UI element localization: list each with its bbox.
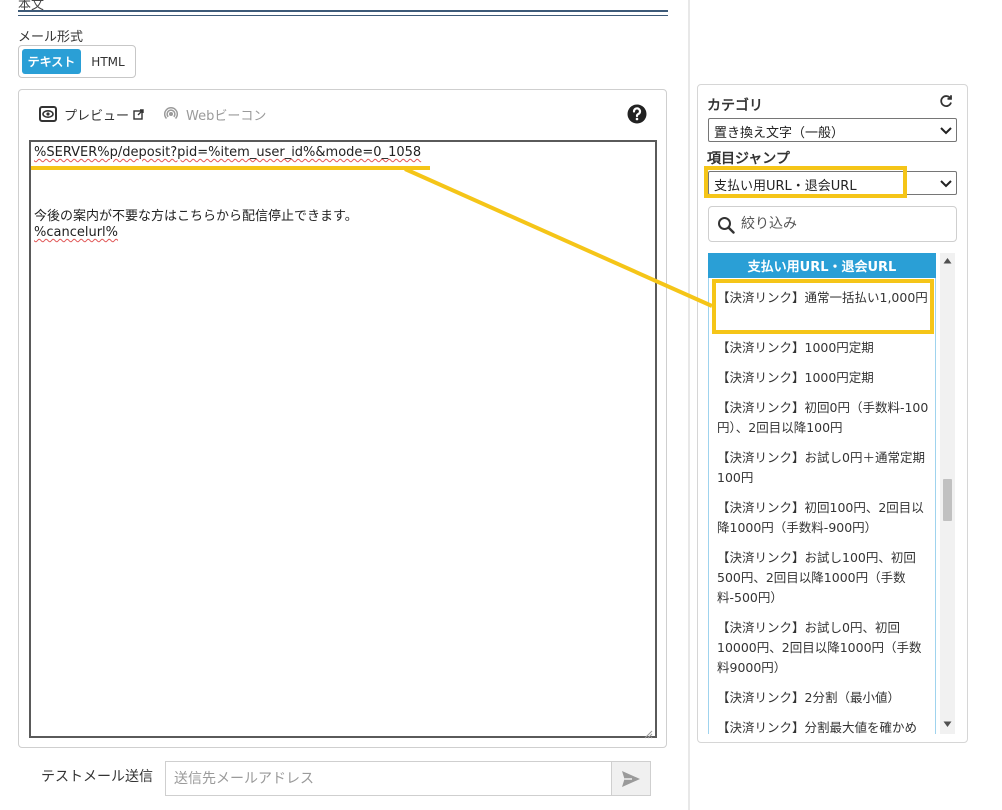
send-test-mail-button[interactable] (611, 761, 651, 796)
scrollbar-thumb[interactable] (943, 479, 952, 521)
preview-button[interactable]: プレビュー (39, 104, 144, 124)
help-icon[interactable] (627, 104, 647, 124)
section-divider (18, 10, 668, 16)
filter-input[interactable] (739, 211, 949, 237)
jump-label: 項目ジャンプ (707, 151, 790, 167)
list-item[interactable]: 【決済リンク】初回0円（手数料-100円）、2回目以降100円 (717, 398, 931, 438)
jump-highlight-box (704, 166, 907, 198)
list-group-header: 支払い用URL・退会URL (708, 253, 936, 278)
body-line-unsubscribe-text: 今後の案内が不要な方はこちらから配信停止できます。 (34, 209, 358, 224)
beacon-icon (162, 105, 180, 123)
mail-format-toggle: テキスト HTML (18, 45, 136, 78)
category-label: カテゴリ (707, 98, 763, 114)
list-scrollbar[interactable] (940, 253, 955, 734)
web-beacon-label: Webビーコン (186, 108, 267, 124)
list-item[interactable]: 【決済リンク】お試し0円＋通常定期100円 (717, 448, 931, 488)
format-html-button[interactable]: HTML (83, 49, 133, 74)
body-line-url: %SERVER%p/deposit?pid=%item_user_id%&mod… (34, 145, 422, 160)
list-item[interactable]: 【決済リンク】お試し100円、初回500円、2回目以降1000円（手数料-500… (717, 548, 931, 608)
list-item[interactable]: 【決済リンク】1000円定期 (717, 368, 931, 388)
list-item[interactable]: 【決済リンク】初回100円、2回目以降1000円（手数料-900円） (717, 498, 931, 538)
chevron-down-icon (940, 127, 952, 135)
mail-format-label: メール形式 (18, 30, 84, 45)
refresh-icon[interactable] (939, 93, 953, 107)
test-mail-address-input[interactable] (165, 761, 612, 796)
body-line-cancel-url: %cancelurl% (34, 225, 119, 240)
resize-handle[interactable] (643, 724, 653, 739)
list-body: 【決済リンク】通常一括払い1,000円 【決済リンク】1000円定期 【決済リン… (708, 278, 936, 734)
editor-panel: プレビュー Webビーコン %SERVER%p/deposit?pid=%ite… (18, 89, 667, 748)
web-beacon-button[interactable]: Webビーコン (162, 104, 266, 124)
column-divider (688, 0, 690, 810)
filter-box (708, 206, 957, 242)
page: 本文 メール形式 テキスト HTML プレビュー Webビーコン %SERVER… (0, 0, 1002, 810)
search-icon (718, 217, 735, 234)
list-item[interactable]: 【決済リンク】2分割（最小値） (717, 688, 931, 708)
external-link-icon (133, 108, 144, 120)
scroll-up-arrow-icon[interactable] (943, 257, 952, 264)
send-icon (622, 770, 640, 787)
list-item[interactable]: 【決済リンク】1000円定期 (717, 338, 931, 358)
eye-icon (39, 106, 57, 122)
format-text-button[interactable]: テキスト (22, 49, 81, 74)
list-item[interactable]: 【決済リンク】お試し0円、初回10000円、2回目以降1000円（手数料9000… (717, 618, 931, 678)
list-item[interactable]: 【決済リンク】分割最大値を確かめ (717, 718, 931, 734)
category-select-value: 置き換え文字（一般） (714, 126, 845, 141)
chevron-down-icon (940, 180, 952, 188)
preview-label: プレビュー (64, 108, 130, 124)
scroll-down-arrow-icon[interactable] (943, 721, 952, 728)
test-mail-label: テストメール送信 (41, 769, 153, 785)
item-highlight-box (712, 279, 934, 334)
category-select[interactable]: 置き換え文字（一般） (708, 118, 957, 142)
mail-body-textarea[interactable]: %SERVER%p/deposit?pid=%item_user_id%&mod… (29, 140, 657, 739)
